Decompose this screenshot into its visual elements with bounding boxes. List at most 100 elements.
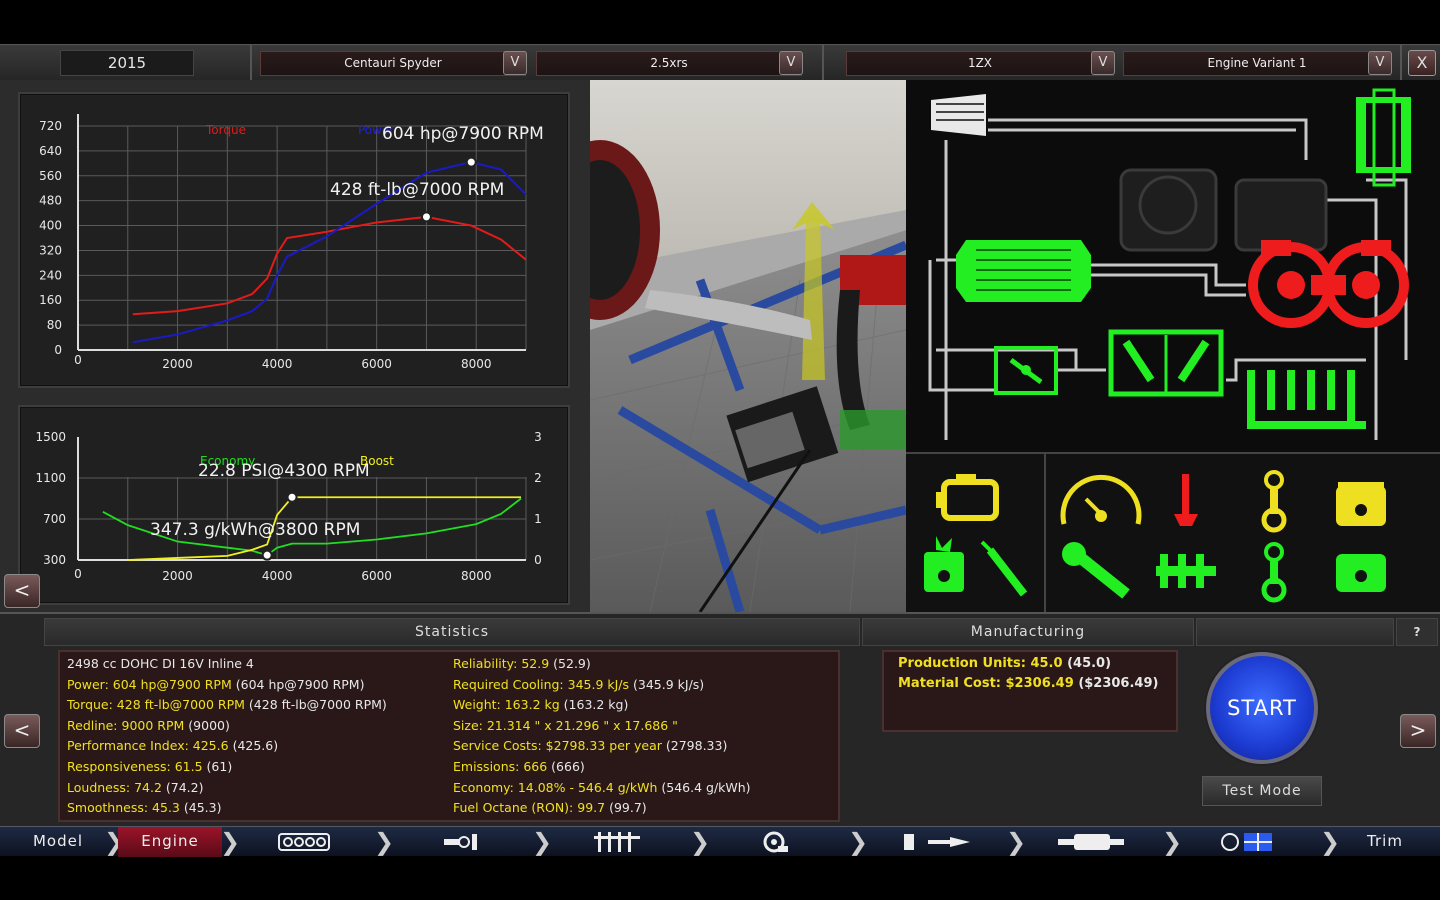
top-bar: 2015 Centauri Spyder V 2.5xrs V 1ZX V En… xyxy=(0,44,1440,81)
chevron-down-icon[interactable]: V xyxy=(779,51,803,75)
stat-label: Torque: 428 ft-lb@7000 RPM xyxy=(67,697,245,713)
divider xyxy=(1044,454,1046,614)
valve-icon[interactable] xyxy=(1174,474,1198,526)
y2-tick-label: 3 xyxy=(534,430,542,444)
stat-label: Required Cooling: 345.9 kJ/s xyxy=(453,676,630,692)
top-end-icon[interactable] xyxy=(592,830,642,854)
exhaust-icon[interactable] xyxy=(1056,831,1126,853)
exhaust-muffler-icon[interactable] xyxy=(1356,88,1411,187)
engine-family-select[interactable]: 1ZX V xyxy=(846,51,1115,76)
spark-plug-icon[interactable] xyxy=(980,540,1028,597)
stat-label: Emissions: 666 xyxy=(453,759,548,774)
engine-schematic[interactable] xyxy=(906,80,1440,452)
help-button[interactable]: ? xyxy=(1396,618,1438,646)
y-tick-label: 300 xyxy=(43,553,66,567)
peak-torque-label: 428 ft-lb@7000 RPM xyxy=(330,180,504,200)
intake-manifold-icon[interactable] xyxy=(1108,329,1224,397)
stat-label: Reliability: 52.9 xyxy=(453,656,550,671)
gauge-icon[interactable] xyxy=(1060,474,1142,525)
stat-label: 2498 cc DOHC DI 16V Inline 4 xyxy=(67,656,254,671)
tune-icon[interactable] xyxy=(1220,830,1276,854)
exhaust-manifold-icon[interactable] xyxy=(1247,370,1366,429)
stat-value: (345.9 kJ/s) xyxy=(633,676,705,692)
chevron-right-icon: ❯ xyxy=(220,828,241,856)
stat-value: (2798.33) xyxy=(665,738,728,754)
nav-trim[interactable]: Trim xyxy=(1340,827,1430,857)
manufacturing-box: Production Units: 45.0 (45.0) Material Co… xyxy=(882,650,1178,732)
stat-value: (9000) xyxy=(188,717,230,733)
piston-icon[interactable] xyxy=(1336,482,1386,526)
trim-select[interactable]: 2.5xrs V xyxy=(536,51,803,76)
chevron-down-icon[interactable]: V xyxy=(1091,51,1115,75)
x-tick-label: 8000 xyxy=(461,569,492,583)
prev-section-button[interactable]: < xyxy=(4,714,40,748)
y2-tick-label: 1 xyxy=(534,512,542,526)
stat-row: Economy: 14.08% - 546.4 g/kWh (546.4 g/k… xyxy=(453,780,751,795)
engine-variant-select[interactable]: Engine Variant 1 V xyxy=(1123,51,1392,76)
power-chart-panel: 0 80 160 240 320 400 480 560 640 720 0 2000 4000 6000… xyxy=(18,92,570,388)
series-line-torque xyxy=(132,215,527,316)
wrench-icon[interactable] xyxy=(1062,542,1130,599)
manufacturing-value: (45.0) xyxy=(1067,656,1112,671)
conrod-icon[interactable] xyxy=(1261,470,1287,533)
close-button[interactable]: X xyxy=(1408,50,1436,76)
stat-row: Emissions: 666 (666) xyxy=(453,759,585,774)
chevron-down-icon[interactable]: V xyxy=(1368,51,1392,75)
engine-block-icon[interactable] xyxy=(936,474,999,521)
statistics-box: 2498 cc DOHC DI 16V Inline 4 Power: 604 h… xyxy=(58,650,840,822)
intercooler-icon[interactable] xyxy=(956,240,1091,302)
chevron-right-icon: ❯ xyxy=(690,828,711,856)
stat-value: (45.3) xyxy=(183,800,222,816)
y-tick-label: 160 xyxy=(39,293,62,307)
stat-row: Torque: 428 ft-lb@7000 RPM (428 ft-lb@70… xyxy=(67,697,387,712)
model-select[interactable]: Centauri Spyder V xyxy=(260,51,527,76)
stat-value: (61) xyxy=(206,759,233,774)
chart-back-button[interactable]: < xyxy=(4,574,40,608)
year-display[interactable]: 2015 xyxy=(60,50,194,76)
stat-value: (52.9) xyxy=(553,656,591,671)
stat-label: Fuel Octane (RON): 99.7 xyxy=(453,800,606,816)
y2-tick-label: 2 xyxy=(534,471,542,485)
nav-model[interactable]: Model xyxy=(14,827,102,857)
stat-label: Weight: 163.2 kg xyxy=(453,697,560,713)
start-button[interactable]: START xyxy=(1206,652,1318,764)
block-damage-icon[interactable] xyxy=(924,536,964,592)
piston-low-icon[interactable] xyxy=(1336,554,1386,592)
chevron-right-icon: ❯ xyxy=(532,828,553,856)
y-tick-label: 0 xyxy=(54,343,62,357)
y-tick-label: 1500 xyxy=(35,430,66,444)
peak-marker xyxy=(286,491,298,503)
throttle-body-icon[interactable] xyxy=(994,346,1058,395)
economy-peak-label: 347.3 g/kWh@3800 RPM xyxy=(150,520,360,540)
turbo-icon[interactable] xyxy=(760,830,790,854)
test-mode-button[interactable]: Test Mode xyxy=(1202,776,1322,806)
next-section-button[interactable]: > xyxy=(1400,714,1436,748)
chevron-down-icon[interactable]: V xyxy=(503,51,527,75)
component-icon-grid xyxy=(924,470,1386,603)
stat-row: Required Cooling: 345.9 kJ/s (345.9 kJ/s… xyxy=(453,677,704,692)
air-filter-icon[interactable] xyxy=(931,94,986,136)
x-tick-label: 0 xyxy=(74,567,82,581)
x-tick-label: 4000 xyxy=(262,357,293,371)
engine-block-icon[interactable] xyxy=(276,831,332,853)
conrod-low-icon[interactable] xyxy=(1261,542,1287,603)
camshaft-icon[interactable] xyxy=(1156,554,1216,588)
turbocharger-icon[interactable] xyxy=(1248,240,1409,328)
crankshaft-icon[interactable] xyxy=(442,831,480,853)
stat-label: Smoothness: 45.3 xyxy=(67,800,180,816)
chevron-right-icon: ❯ xyxy=(374,828,395,856)
manufacturing-header: Manufacturing xyxy=(862,618,1194,646)
engine-3d-view[interactable] xyxy=(590,80,906,612)
bottom-navigation: Model ❯ Engine ❯ ❯ ❯ ❯ ❯ ❯ ❯ ❯ Trim xyxy=(0,826,1440,857)
y-tick-label: 700 xyxy=(43,512,66,526)
stat-value: (99.7) xyxy=(609,800,647,816)
stat-label: Redline: 9000 RPM xyxy=(67,717,185,733)
y-tick-label: 720 xyxy=(39,119,62,133)
nav-engine[interactable]: Engine xyxy=(118,827,222,857)
x-tick-label: 4000 xyxy=(262,569,293,583)
stat-row: Service Costs: $2798.33 per year (2798.3… xyxy=(453,738,727,753)
fuel-system-icon[interactable] xyxy=(902,831,972,853)
stat-row: Loudness: 74.2 (74.2) xyxy=(67,780,203,795)
trim-select-label: 2.5xrs xyxy=(650,56,688,70)
stat-label: Economy: 14.08% - 546.4 g/kWh xyxy=(453,779,658,795)
